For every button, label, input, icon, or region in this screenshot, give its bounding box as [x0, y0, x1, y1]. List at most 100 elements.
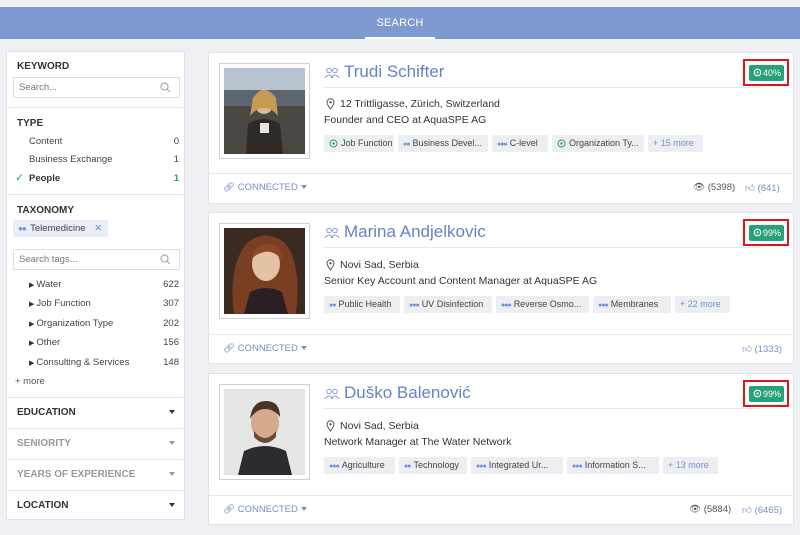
chip-label: Telemedicine — [30, 223, 86, 234]
taxonomy-chip: ●● Telemedicine ✕ — [13, 220, 109, 237]
tag-label: Job Function — [341, 138, 393, 148]
type-section-title: TYPE — [17, 118, 44, 129]
profile-photo-frame[interactable] — [219, 223, 310, 319]
divider — [209, 495, 793, 496]
tag-label: Agriculture — [341, 460, 385, 470]
link-icon: 🔗︎ — [223, 343, 236, 354]
taxonomy-label: Organization Type — [36, 318, 114, 329]
tag[interactable]: ●● Public Health — [324, 296, 400, 313]
profile-photo-frame[interactable] — [219, 384, 310, 480]
section-label: SENIORITY — [17, 438, 71, 449]
keyword-search-input[interactable] — [14, 78, 144, 97]
score-highlight: 99% — [743, 380, 789, 407]
person-name-link[interactable]: Duško Balenović — [344, 383, 471, 403]
taxonomy-item-water[interactable]: ▶ Water 622 — [29, 279, 179, 290]
more-tags-link[interactable]: + 15 more — [648, 135, 703, 152]
checkmark-icon: ✓ — [15, 172, 25, 184]
more-tags-link[interactable]: + 13 more — [663, 457, 718, 474]
more-tags-link[interactable]: + 22 more — [675, 296, 730, 313]
profile-photo — [224, 228, 305, 314]
tab-search[interactable]: SEARCH — [365, 7, 435, 39]
section-label: EDUCATION — [17, 407, 76, 418]
job-title: Founder and CEO at AquaSPE AG — [324, 114, 487, 126]
active-tab-indicator — [365, 37, 435, 39]
likes-count[interactable]: 👍︎ (841) — [745, 182, 780, 194]
tag-search-input[interactable] — [14, 250, 144, 269]
type-filter-people[interactable]: People 1 — [29, 173, 179, 184]
likes-count[interactable]: 👍︎ (1333) — [742, 343, 782, 355]
remove-chip-icon[interactable]: ✕ — [94, 223, 102, 234]
profile-photo — [224, 68, 305, 154]
link-icon: 🔗︎ — [223, 182, 236, 193]
tag-label: Reverse Osmo... — [513, 299, 582, 309]
taxonomy-more-link[interactable]: + more — [15, 376, 45, 387]
globe-tag-icon — [557, 139, 566, 148]
tag[interactable]: ●● Business Devel... — [398, 135, 488, 152]
expand-icon: ▶ — [29, 282, 35, 289]
taxonomy-count: 622 — [163, 279, 179, 290]
tag[interactable]: ●● Technology — [399, 457, 467, 474]
tag-label: Technology — [413, 460, 460, 470]
caret-down-icon — [300, 507, 307, 511]
tag-dots-icon: ●●● — [497, 141, 508, 148]
tag-dots-icon: ●●● — [501, 302, 512, 309]
target-icon — [753, 228, 762, 237]
taxonomy-item-organization-type[interactable]: ▶ Organization Type 202 — [29, 318, 179, 329]
section-label: YEARS OF EXPERIENCE — [17, 469, 136, 480]
person-name-link[interactable]: Trudi Schifter — [344, 62, 444, 82]
tag-dots-icon: ●● — [329, 302, 337, 309]
likes-value: (6465) — [754, 505, 783, 516]
tag[interactable]: Organization Ty... — [552, 135, 644, 152]
connection-status-dropdown[interactable]: 🔗︎ CONNECTED — [223, 343, 307, 354]
caret-down-icon — [169, 410, 175, 414]
tag-dots-icon: ●● — [403, 141, 411, 148]
tag[interactable]: ●●● UV Disinfection — [404, 296, 492, 313]
match-score-badge: 99% — [749, 225, 784, 241]
tag[interactable]: Job Function — [324, 135, 394, 152]
years-of-experience-section[interactable]: YEARS OF EXPERIENCE — [17, 469, 175, 480]
keyword-section-title: KEYWORD — [17, 61, 70, 72]
type-label: Content — [29, 136, 63, 147]
tag[interactable]: ●●● Integrated Ur... — [471, 457, 563, 474]
section-label: LOCATION — [17, 500, 69, 511]
connection-status-dropdown[interactable]: 🔗︎ CONNECTED — [223, 504, 307, 515]
education-section[interactable]: EDUCATION — [17, 407, 175, 418]
taxonomy-item-job-function[interactable]: ▶ Job Function 307 — [29, 298, 179, 309]
taxonomy-item-other[interactable]: ▶ Other 156 — [29, 337, 179, 348]
taxonomy-label: Other — [36, 337, 61, 348]
tag[interactable]: ●●● Information S... — [567, 457, 659, 474]
type-filter-content[interactable]: Content 0 — [29, 136, 179, 147]
type-count: 0 — [173, 136, 179, 147]
connection-status-dropdown[interactable]: 🔗︎ CONNECTED — [223, 182, 307, 193]
filter-sidebar: KEYWORD TYPE Content 0 Business Exchange… — [6, 51, 185, 520]
tag-label: Business Devel... — [412, 138, 482, 148]
target-icon — [753, 389, 762, 398]
seniority-section[interactable]: SENIORITY — [17, 438, 175, 449]
location-section[interactable]: LOCATION — [17, 500, 175, 511]
result-card: Duško Balenović 99% Novi Sad, Serbia Net… — [208, 373, 794, 525]
tag[interactable]: ●●● Agriculture — [324, 457, 395, 474]
person-name-link[interactable]: Marina Andjelkovic — [344, 222, 486, 242]
tag[interactable]: ●●● Reverse Osmo... — [496, 296, 589, 313]
tag[interactable]: ●●● Membranes — [593, 296, 671, 313]
profile-photo — [224, 389, 305, 475]
taxonomy-label: Consulting & Services — [36, 357, 130, 368]
people-icon — [324, 227, 340, 239]
expand-icon: ▶ — [29, 340, 35, 347]
taxonomy-section-title: TAXONOMY — [17, 205, 75, 216]
views-count: 👁︎ (5884) — [689, 504, 731, 515]
type-filter-business-exchange[interactable]: Business Exchange 1 — [29, 154, 179, 165]
search-icon — [160, 82, 171, 93]
likes-count[interactable]: 👍︎ (6465) — [742, 504, 782, 516]
tag-label: C-level — [509, 138, 538, 148]
divider — [324, 87, 761, 88]
taxonomy-count: 148 — [163, 357, 179, 368]
tag[interactable]: ●●● C-level — [492, 135, 548, 152]
caret-down-icon — [300, 346, 307, 350]
globe-tag-icon — [329, 139, 338, 148]
match-score-badge: 99% — [749, 386, 784, 402]
caret-down-icon — [300, 185, 307, 189]
profile-photo-frame[interactable] — [219, 63, 310, 159]
taxonomy-item-consulting[interactable]: ▶ Consulting & Services 148 — [29, 357, 179, 368]
job-title: Network Manager at The Water Network — [324, 436, 512, 448]
